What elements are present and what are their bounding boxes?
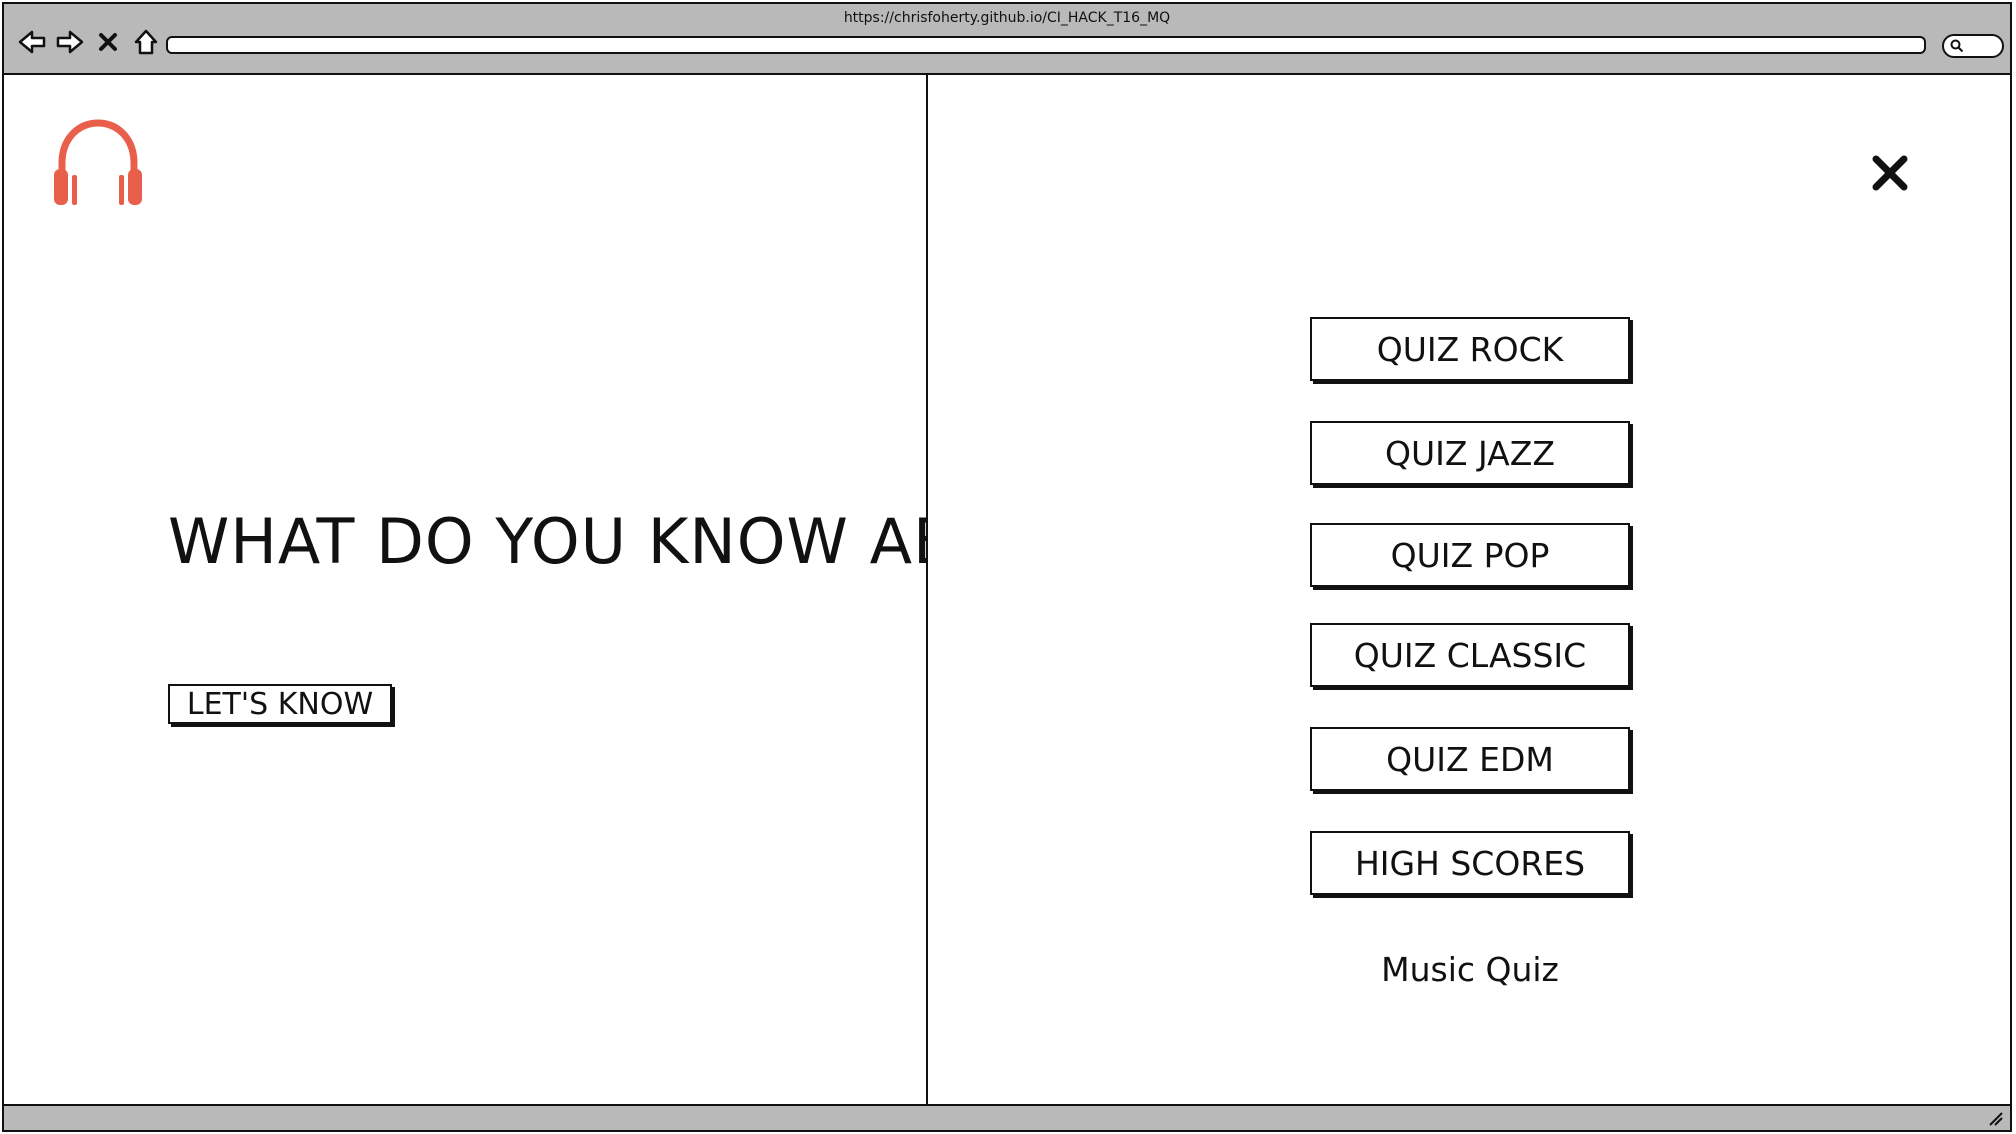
quiz-edm-button[interactable]: QUIZ EDM	[1310, 727, 1630, 791]
back-icon[interactable]	[18, 28, 46, 56]
quiz-menu-overlay: QUIZ ROCK QUIZ JAZZ QUIZ POP QUIZ CLASSI…	[926, 75, 2010, 1105]
page-content: WHAT DO YOU KNOW ABOUT MUSIC? LET'S KNOW…	[2, 75, 2012, 1105]
menu-footer-title: Music Quiz	[1381, 950, 1559, 989]
browser-status-bar	[2, 1104, 2012, 1132]
close-menu-button[interactable]	[1870, 153, 1910, 193]
browser-chrome: https://chrisfoherty.github.io/CI_HACK_T…	[2, 2, 2012, 75]
quiz-jazz-button[interactable]: QUIZ JAZZ	[1310, 421, 1630, 485]
browser-nav	[18, 28, 160, 56]
close-icon[interactable]	[94, 28, 122, 56]
close-icon	[1872, 155, 1908, 191]
quiz-classic-button[interactable]: QUIZ CLASSIC	[1310, 623, 1630, 687]
address-bar[interactable]	[166, 36, 1926, 54]
resize-grip-icon[interactable]	[1986, 1109, 2004, 1127]
browser-search[interactable]	[1942, 34, 2004, 58]
wireframe-frame: https://chrisfoherty.github.io/CI_HACK_T…	[0, 0, 2016, 1134]
lets-know-button[interactable]: LET'S KNOW	[168, 684, 392, 724]
quiz-rock-button[interactable]: QUIZ ROCK	[1310, 317, 1630, 381]
search-icon	[1950, 39, 1964, 53]
quiz-pop-button[interactable]: QUIZ POP	[1310, 523, 1630, 587]
headphones-icon	[54, 119, 142, 205]
home-icon[interactable]	[132, 28, 160, 56]
forward-icon[interactable]	[56, 28, 84, 56]
high-scores-button[interactable]: HIGH SCORES	[1310, 831, 1630, 895]
url-text: https://chrisfoherty.github.io/CI_HACK_T…	[843, 10, 1171, 26]
